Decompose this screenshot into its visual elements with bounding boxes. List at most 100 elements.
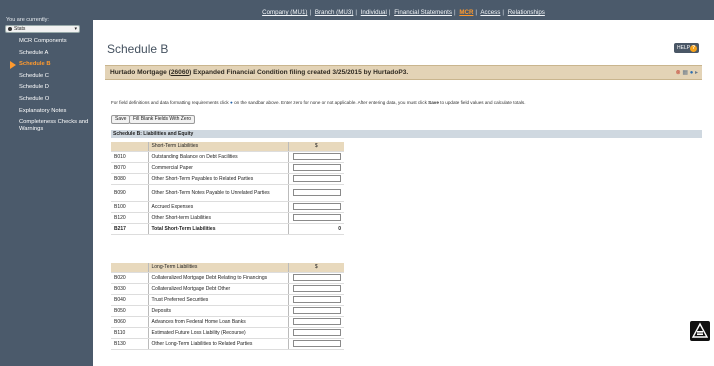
nav-financial-statements[interactable]: Financial Statements [394, 9, 452, 16]
total-row: B217 Total Short-Term Liabilities 0 [111, 223, 344, 235]
line-code: B080 [111, 173, 148, 185]
sidebar-item-mcr-components[interactable]: MCR Components [0, 38, 93, 45]
column-header: Long-Term Liabilities [147, 263, 289, 273]
line-code: B010 [111, 151, 148, 163]
top-nav: Company (MU1) | Branch (MU3) | Individual |… [93, 0, 714, 20]
long-term-table: Long-Term Liabilities $ B020 Collaterali… [111, 263, 344, 350]
amount-input[interactable] [293, 296, 341, 303]
sidebar-current-label: You are currently: [6, 17, 49, 23]
close-icon[interactable]: ⊗ [676, 70, 681, 76]
amount-input[interactable] [293, 203, 341, 210]
table-row: B090 Other Short-Term Notes Payable to U… [111, 184, 344, 202]
chevron-down-icon: ▾ [74, 26, 77, 32]
amount-input[interactable] [293, 318, 341, 325]
table-row: B040 Trust Preferred Securities [111, 294, 344, 306]
line-code: B090 [111, 184, 148, 202]
line-code: B100 [111, 201, 148, 213]
sidebar-item-schedule-a[interactable]: Schedule A [0, 50, 93, 57]
unit-header: $ [288, 142, 344, 152]
line-code: B040 [111, 294, 148, 306]
filing-bar: Hurtado Mortgage (26060) Expanded Financ… [105, 65, 702, 80]
amount-input[interactable] [293, 285, 341, 292]
line-code: B050 [111, 305, 148, 317]
instructions-text: For field definitions and data formattin… [111, 100, 526, 105]
table-row: B020 Collateralized Mortgage Debt Relati… [111, 272, 344, 284]
sidebar-item-label: MCR Components [19, 38, 67, 44]
line-description: Advances from Federal Home Loan Banks [147, 316, 289, 328]
sidebar-item-label: Explanatory Notes [19, 107, 67, 114]
sidebar-item-schedule-d[interactable]: Schedule D [0, 84, 93, 91]
line-description: Other Long-Term Liabilities to Related P… [147, 338, 289, 350]
line-code: B217 [111, 223, 148, 235]
line-description: Total Short-Term Liabilities [147, 223, 289, 235]
table-row: B100 Accrued Expenses [111, 201, 344, 213]
amount-input[interactable] [293, 340, 341, 347]
table-header-row: Short-Term Liabilities $ [111, 142, 344, 152]
help-icon: ? [690, 45, 697, 52]
sidebar-item-label: Schedule A [19, 49, 49, 56]
line-description: Collateralized Mortgage Debt Relating to… [147, 272, 289, 284]
sidebar-item-label: Schedule B [19, 61, 51, 68]
line-description: Trust Preferred Securities [147, 294, 289, 306]
info-icon[interactable]: ● [690, 70, 694, 76]
table-row: B130 Other Long-Term Liabilities to Rela… [111, 338, 344, 350]
filing-company-code[interactable]: 26060 [171, 69, 189, 76]
nav-company[interactable]: Company (MU1) [262, 9, 307, 16]
sidebar-item-label: Completeness Checks and Warnings [19, 119, 89, 133]
nav-individual[interactable]: Individual [361, 9, 387, 16]
sidebar-item-schedule-c[interactable]: Schedule C [0, 73, 93, 80]
save-button[interactable]: Save [111, 115, 131, 124]
sidebar-item-label: Schedule O [19, 95, 50, 102]
amount-input[interactable] [293, 274, 341, 281]
line-code: B060 [111, 316, 148, 328]
active-arrow-icon [10, 61, 16, 70]
amount-input[interactable] [293, 153, 341, 160]
total-value: 0 [288, 223, 344, 235]
nav-relationships[interactable]: Relationships [508, 9, 545, 16]
amount-input[interactable] [293, 307, 341, 314]
sidebar-item-completeness-checks[interactable]: Completeness Checks and Warnings [0, 119, 93, 133]
table-row: B110 Estimated Future Loss Liability (Re… [111, 327, 344, 339]
fill-blank-fields-button[interactable]: Fill Blank Fields With Zero [129, 115, 196, 124]
filing-title: Hurtado Mortgage (26060) Expanded Financ… [110, 69, 409, 76]
sidebar-item-schedule-o[interactable]: Schedule O [0, 96, 93, 103]
line-code: B030 [111, 283, 148, 295]
stats-icon [8, 26, 12, 31]
accessibility-widget-icon[interactable] [690, 321, 710, 341]
line-code: B020 [111, 272, 148, 284]
sidebar-item-explanatory-notes[interactable]: Explanatory Notes [0, 108, 93, 115]
section-header: Schedule B: Liabilities and Equity [111, 130, 702, 138]
help-button[interactable]: HELP ? [674, 43, 699, 53]
context-select-value: Stats [14, 26, 26, 32]
sidebar-item-schedule-b[interactable]: Schedule B [0, 61, 93, 70]
line-code: B130 [111, 338, 148, 350]
page-title: Schedule B [107, 42, 169, 56]
unit-header: $ [288, 263, 344, 273]
table-row: B070 Commercial Paper [111, 162, 344, 174]
table-row: B030 Collateralized Mortgage Debt Other [111, 283, 344, 295]
table-header-row: Long-Term Liabilities $ [111, 263, 344, 273]
amount-input[interactable] [293, 329, 341, 336]
amount-input[interactable] [293, 164, 341, 171]
line-description: Estimated Future Loss Liability (Recours… [147, 327, 289, 339]
nav-access[interactable]: Access [480, 9, 500, 16]
grid-icon[interactable]: ▦ [682, 70, 688, 76]
line-description: Commercial Paper [147, 162, 289, 174]
nav-branch[interactable]: Branch (MU3) [315, 9, 354, 16]
context-select[interactable]: Stats ▾ [5, 25, 80, 33]
amount-input[interactable] [293, 175, 341, 182]
info-icon: ● [230, 100, 233, 105]
menu-arrow-icon[interactable]: ▸ [695, 70, 698, 76]
sidebar: You are currently: Stats ▾ MCR Component… [0, 0, 93, 366]
table-row: B060 Advances from Federal Home Loan Ban… [111, 316, 344, 328]
table-row: B080 Other Short-Term Payables to Relate… [111, 173, 344, 185]
nav-mcr[interactable]: MCR [459, 9, 473, 16]
help-label: HELP [677, 45, 691, 51]
table-row: B050 Deposits [111, 305, 344, 317]
line-code: B120 [111, 212, 148, 224]
sidebar-item-label: Schedule C [19, 72, 49, 79]
amount-input[interactable] [293, 189, 341, 196]
sidebar-menu: MCR Components Schedule A Schedule B Sch… [0, 38, 93, 138]
sidebar-item-label: Schedule D [19, 84, 49, 91]
amount-input[interactable] [293, 214, 341, 221]
